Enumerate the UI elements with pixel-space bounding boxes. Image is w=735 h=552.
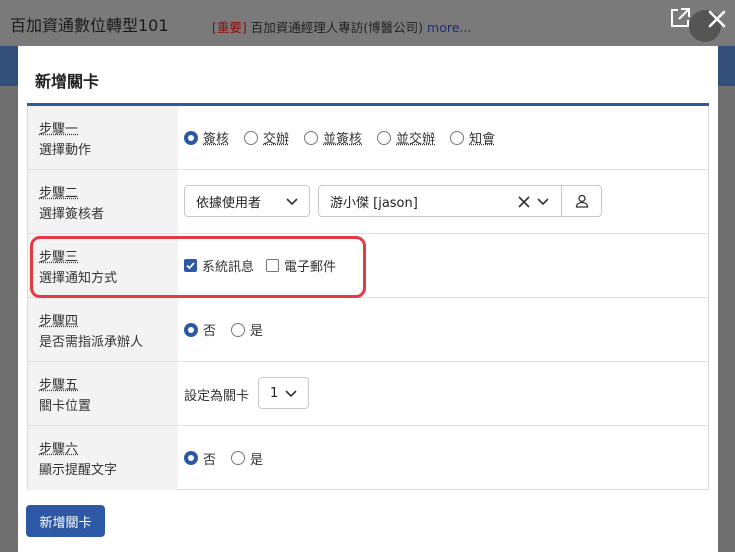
checkpoint-position-select[interactable]: 1	[258, 377, 309, 409]
news-text: 百加資通經理人專訪(博醫公司)	[250, 20, 424, 35]
checkpoint-form: 步驟一 選擇動作 簽核 交辦 並簽核 並交辦 知會 步驟二 選擇簽核者 依據使用…	[27, 106, 709, 490]
action-radio-group: 簽核 交辦 並簽核 並交辦 知會	[184, 106, 510, 169]
action-radio-assign[interactable]: 交辦	[244, 128, 289, 147]
add-checkpoint-dialog: 新增關卡 步驟一 選擇動作 簽核 交辦 並簽核 並交辦 知會 步驟二 選擇簽核者…	[18, 46, 718, 552]
reminder-radio-no[interactable]: 否	[184, 449, 216, 468]
dialog-title: 新增關卡	[35, 72, 100, 91]
step-6-desc: 顯示提醒文字	[39, 463, 118, 478]
radio-label: 簽核	[203, 132, 230, 147]
assign-radio-group: 否 是	[184, 298, 278, 361]
step-6-row: 步驟六 顯示提醒文字 否 是	[28, 426, 708, 490]
step-3-highlight	[30, 236, 366, 298]
radio-dot[interactable]	[231, 322, 246, 337]
site-title: 百加資通數位轉型101	[10, 16, 169, 35]
news-more-link[interactable]: more...	[427, 20, 471, 35]
step-4-desc: 是否需指派承辦人	[39, 335, 144, 350]
step-2-title: 步驟二	[39, 186, 79, 201]
step-6-title: 步驟六	[39, 442, 79, 457]
user-picker-button[interactable]	[561, 185, 602, 217]
step-1-label-cell: 步驟一 選擇動作	[28, 106, 178, 169]
step-5-label-cell: 步驟五 關卡位置	[28, 362, 178, 425]
background-nav-left	[0, 46, 18, 86]
news-tag: [重要]	[212, 20, 247, 35]
chevron-down-icon	[285, 390, 297, 398]
radio-label: 交辦	[263, 132, 290, 147]
approver-user-value: 游小傑 [jason]	[330, 195, 418, 211]
chevron-down-icon	[537, 198, 549, 206]
action-radio-parallel-assign[interactable]: 並交辦	[377, 128, 435, 147]
approver-user-select[interactable]: 游小傑 [jason]	[318, 185, 562, 217]
step-6-label-cell: 步驟六 顯示提醒文字	[28, 426, 178, 490]
external-link-icon[interactable]	[669, 7, 691, 29]
step-1-desc: 選擇動作	[39, 143, 92, 158]
radio-dot[interactable]	[184, 322, 198, 337]
step-5-controls: 設定為關卡 1	[184, 362, 708, 425]
radio-dot[interactable]	[244, 130, 259, 145]
approver-mode-value: 依據使用者	[196, 195, 262, 211]
radio-dot[interactable]	[184, 451, 198, 465]
radio-label: 否	[203, 324, 217, 339]
radio-dot[interactable]	[450, 130, 465, 145]
step-5-desc: 關卡位置	[39, 399, 92, 414]
step-5-row: 步驟五 關卡位置 設定為關卡 1	[28, 362, 708, 426]
position-value: 1	[270, 385, 279, 401]
radio-dot[interactable]	[304, 130, 319, 145]
step-4-row: 步驟四 是否需指派承辦人 否 是	[28, 298, 708, 362]
add-checkpoint-button[interactable]: 新增關卡	[26, 505, 105, 537]
user-icon	[575, 194, 588, 208]
radio-label: 是	[250, 452, 264, 468]
step-5-title: 步驟五	[39, 378, 79, 393]
radio-label: 並簽核	[323, 132, 363, 147]
radio-label: 並交辦	[396, 132, 436, 147]
step-4-controls: 否 是	[184, 298, 708, 361]
reminder-radio-yes[interactable]: 是	[231, 449, 263, 468]
action-radio-notify[interactable]: 知會	[450, 128, 495, 147]
step-1-controls: 簽核 交辦 並簽核 並交辦 知會	[184, 106, 708, 169]
action-radio-parallel-sign[interactable]: 並簽核	[304, 128, 362, 147]
news-ticker: [重要] 百加資通經理人專訪(博醫公司) more...	[212, 17, 471, 36]
radio-label: 是	[250, 324, 264, 339]
radio-label: 知會	[469, 132, 496, 147]
step-1-row: 步驟一 選擇動作 簽核 交辦 並簽核 並交辦 知會	[28, 106, 708, 170]
assign-radio-no[interactable]: 否	[184, 320, 216, 339]
radio-dot[interactable]	[231, 451, 246, 465]
chevron-down-icon	[286, 198, 298, 206]
action-radio-sign[interactable]: 簽核	[184, 128, 229, 147]
step-2-label-cell: 步驟二 選擇簽核者	[28, 170, 178, 233]
step-1-title: 步驟一	[39, 122, 79, 137]
step-2-controls: 依據使用者 游小傑 [jason]	[184, 170, 708, 233]
step-2-desc: 選擇簽核者	[39, 207, 105, 222]
radio-dot[interactable]	[377, 130, 392, 145]
assign-radio-yes[interactable]: 是	[231, 320, 263, 339]
radio-label: 否	[203, 452, 217, 468]
step-4-label-cell: 步驟四 是否需指派承辦人	[28, 298, 178, 361]
clear-x-icon[interactable]	[518, 196, 530, 208]
position-prefix: 設定為關卡	[184, 389, 250, 404]
step-6-controls: 否 是	[184, 426, 708, 490]
background-nav-right	[718, 46, 735, 86]
approver-mode-select[interactable]: 依據使用者	[184, 185, 310, 217]
radio-dot[interactable]	[184, 130, 198, 145]
step-4-title: 步驟四	[39, 314, 79, 329]
close-icon[interactable]	[705, 7, 729, 31]
step-2-row: 步驟二 選擇簽核者 依據使用者 游小傑 [jason]	[28, 170, 708, 234]
reminder-radio-group: 否 是	[184, 426, 278, 490]
